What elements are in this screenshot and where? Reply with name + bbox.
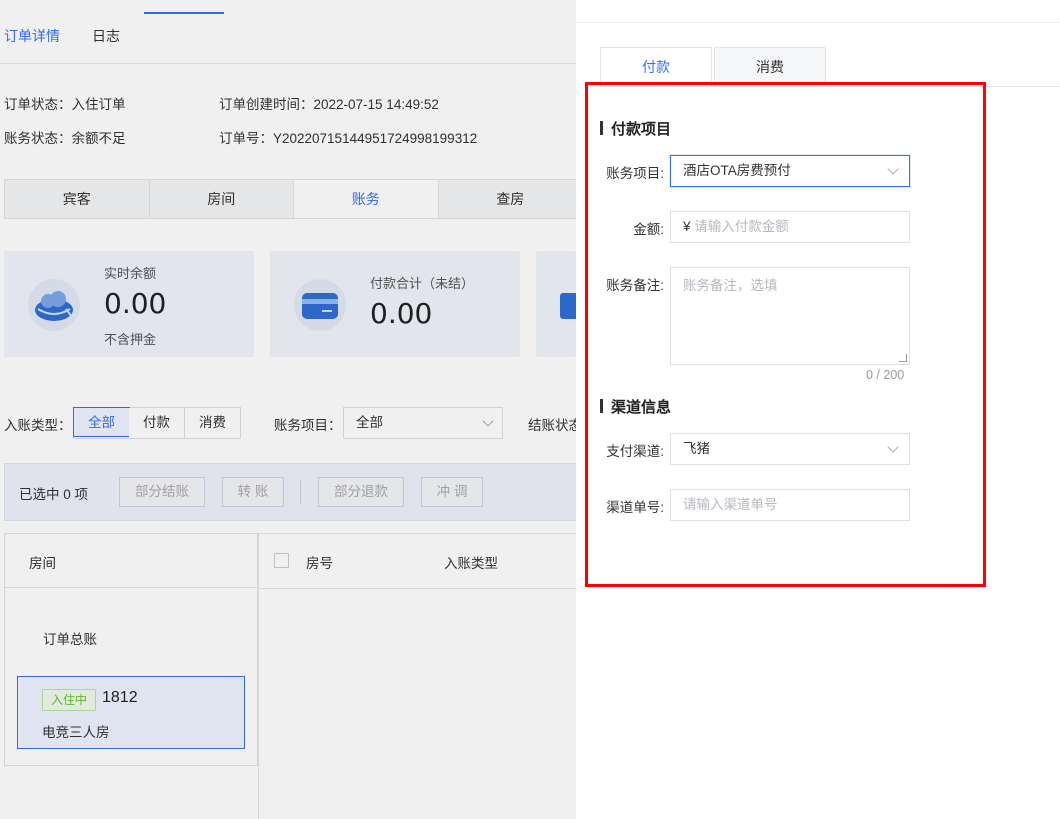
tab-payment[interactable]: 付款 bbox=[600, 47, 712, 87]
payment-drawer: 付款 消费 付款项目 账务项目: 酒店OTA房费预付 金额: ¥ 请输入付款金额… bbox=[576, 0, 1060, 819]
account-item-label: 账务项目: bbox=[606, 166, 664, 181]
drawer-mask[interactable] bbox=[0, 0, 576, 819]
payment-section-title: 付款项目 bbox=[600, 118, 671, 139]
channel-section-title: 渠道信息 bbox=[600, 396, 671, 417]
tab-consumption[interactable]: 消费 bbox=[714, 47, 826, 87]
remark-char-counter: 0 / 200 bbox=[866, 368, 905, 382]
channel-no-placeholder: 请输入渠道单号 bbox=[683, 497, 778, 512]
remark-placeholder: 账务备注，选填 bbox=[683, 278, 778, 293]
pay-channel-label: 支付渠道: bbox=[606, 444, 664, 459]
resize-handle-icon[interactable] bbox=[899, 354, 907, 362]
chevron-down-icon bbox=[887, 163, 899, 175]
account-item-select[interactable]: 酒店OTA房费预付 bbox=[670, 155, 910, 187]
pay-channel-value: 飞猪 bbox=[683, 441, 710, 456]
remark-textarea[interactable]: 账务备注，选填 bbox=[670, 267, 910, 365]
amount-input[interactable]: ¥ 请输入付款金额 bbox=[670, 211, 910, 243]
pay-channel-select[interactable]: 飞猪 bbox=[670, 433, 910, 465]
amount-label: 金额: bbox=[633, 222, 664, 237]
drawer-tabs: 付款 消费 bbox=[600, 47, 828, 87]
currency-symbol: ¥ bbox=[683, 219, 691, 234]
account-item-value: 酒店OTA房费预付 bbox=[683, 163, 791, 178]
channel-no-input[interactable]: 请输入渠道单号 bbox=[670, 489, 910, 521]
drawer-header-divider bbox=[576, 22, 1060, 23]
channel-no-label: 渠道单号: bbox=[606, 500, 664, 515]
chevron-down-icon bbox=[887, 441, 899, 453]
amount-placeholder: 请输入付款金额 bbox=[694, 219, 789, 234]
remark-label: 账务备注: bbox=[606, 278, 664, 293]
